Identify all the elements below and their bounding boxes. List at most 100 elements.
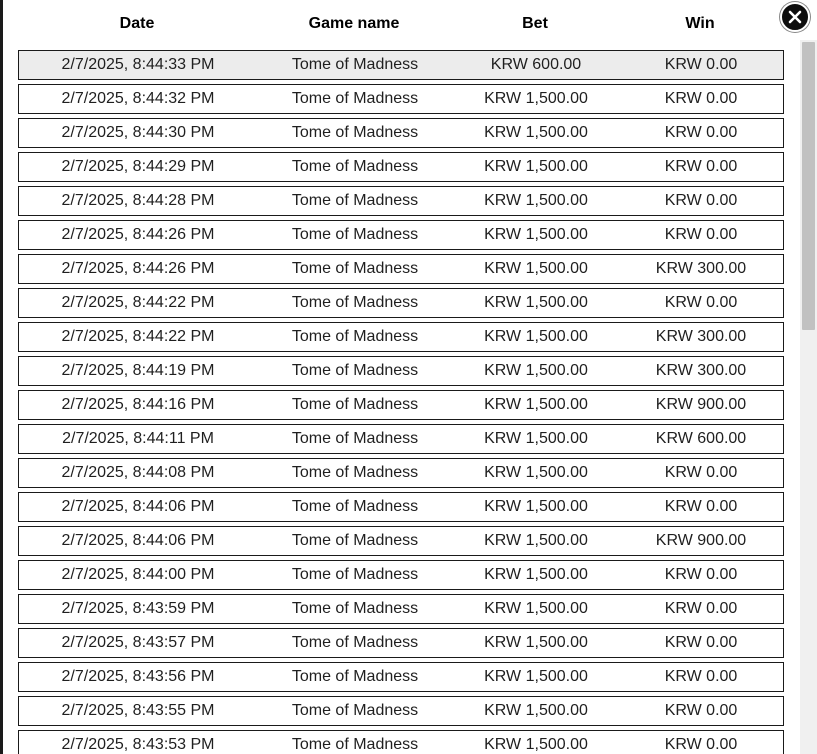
row-bet: KRW 1,500.00: [484, 90, 588, 107]
row-game-name: Tome of Madness: [291, 328, 419, 345]
row-bet: KRW 1,500.00: [484, 566, 588, 583]
row-date: 2/7/2025, 8:44:30 PM: [61, 124, 215, 141]
row-game-name: Tome of Madness: [291, 668, 419, 685]
table-row[interactable]: 2/7/2025, 8:44:19 PM Tome of Madness KRW 1…: [18, 356, 784, 386]
history-list: 2/7/2025, 8:44:33 PM Tome of Madness KRW 6…: [18, 50, 784, 754]
table-header: Date Game name Bet Win: [18, 8, 784, 40]
table-row[interactable]: 2/7/2025, 8:43:57 PM Tome of Madness KRW 1…: [18, 628, 784, 658]
header-date: Date: [119, 15, 155, 32]
row-game-name: Tome of Madness: [291, 294, 419, 311]
row-bet: KRW 1,500.00: [484, 158, 588, 175]
bet-history-modal: Date Game name Bet Win 2/7/2025, 8:44:33…: [3, 0, 817, 754]
row-bet: KRW 1,500.00: [484, 498, 588, 515]
row-win: KRW 0.00: [664, 294, 738, 311]
row-bet: KRW 600.00: [490, 56, 582, 73]
table-row[interactable]: 2/7/2025, 8:44:32 PM Tome of Madness KRW 1…: [18, 84, 784, 114]
row-date: 2/7/2025, 8:44:06 PM: [61, 498, 215, 515]
row-win: KRW 0.00: [664, 498, 738, 515]
row-date: 2/7/2025, 8:44:33 PM: [61, 56, 215, 73]
row-bet: KRW 1,500.00: [484, 396, 588, 413]
row-game-name: Tome of Madness: [291, 362, 419, 379]
row-date: 2/7/2025, 8:44:16 PM: [61, 396, 215, 413]
row-win: KRW 300.00: [655, 260, 747, 277]
row-date: 2/7/2025, 8:43:57 PM: [61, 634, 215, 651]
row-date: 2/7/2025, 8:44:08 PM: [61, 464, 215, 481]
table-row[interactable]: 2/7/2025, 8:44:22 PM Tome of Madness KRW 1…: [18, 288, 784, 318]
row-date: 2/7/2025, 8:44:26 PM: [61, 260, 215, 277]
row-game-name: Tome of Madness: [291, 702, 419, 719]
row-win: KRW 0.00: [664, 124, 738, 141]
row-game-name: Tome of Madness: [291, 124, 419, 141]
row-win: KRW 0.00: [664, 634, 738, 651]
row-date: 2/7/2025, 8:44:00 PM: [61, 566, 215, 583]
row-game-name: Tome of Madness: [291, 90, 419, 107]
row-game-name: Tome of Madness: [291, 498, 419, 515]
row-bet: KRW 1,500.00: [484, 736, 588, 753]
row-game-name: Tome of Madness: [291, 396, 419, 413]
row-date: 2/7/2025, 8:44:19 PM: [61, 362, 215, 379]
row-win: KRW 0.00: [664, 226, 738, 243]
row-date: 2/7/2025, 8:44:28 PM: [61, 192, 215, 209]
row-win: KRW 0.00: [664, 702, 738, 719]
table-row[interactable]: 2/7/2025, 8:44:06 PM Tome of Madness KRW 1…: [18, 492, 784, 522]
row-win: KRW 0.00: [664, 668, 738, 685]
row-game-name: Tome of Madness: [291, 430, 419, 447]
table-row[interactable]: 2/7/2025, 8:44:33 PM Tome of Madness KRW 6…: [18, 50, 784, 80]
table-row[interactable]: 2/7/2025, 8:44:08 PM Tome of Madness KRW 1…: [18, 458, 784, 488]
row-date: 2/7/2025, 8:43:53 PM: [61, 736, 215, 753]
row-win: KRW 0.00: [664, 192, 738, 209]
row-bet: KRW 1,500.00: [484, 668, 588, 685]
table-row[interactable]: 2/7/2025, 8:44:26 PM Tome of Madness KRW 1…: [18, 220, 784, 250]
row-date: 2/7/2025, 8:43:55 PM: [61, 702, 215, 719]
row-game-name: Tome of Madness: [291, 464, 419, 481]
row-bet: KRW 1,500.00: [484, 702, 588, 719]
row-bet: KRW 1,500.00: [484, 328, 588, 345]
row-date: 2/7/2025, 8:44:32 PM: [61, 90, 215, 107]
row-bet: KRW 1,500.00: [484, 464, 588, 481]
row-bet: KRW 1,500.00: [484, 192, 588, 209]
row-bet: KRW 1,500.00: [484, 430, 588, 447]
row-bet: KRW 1,500.00: [484, 226, 588, 243]
table-row[interactable]: 2/7/2025, 8:44:29 PM Tome of Madness KRW 1…: [18, 152, 784, 182]
row-bet: KRW 1,500.00: [484, 362, 588, 379]
table-row[interactable]: 2/7/2025, 8:43:59 PM Tome of Madness KRW 1…: [18, 594, 784, 624]
row-win: KRW 600.00: [655, 430, 747, 447]
table-row[interactable]: 2/7/2025, 8:44:06 PM Tome of Madness KRW 1…: [18, 526, 784, 556]
scrollbar-thumb[interactable]: [802, 42, 815, 330]
row-game-name: Tome of Madness: [291, 566, 419, 583]
row-date: 2/7/2025, 8:44:11 PM: [62, 430, 214, 447]
row-win: KRW 0.00: [664, 158, 738, 175]
table-row[interactable]: 2/7/2025, 8:44:00 PM Tome of Madness KRW 1…: [18, 560, 784, 590]
header-win: Win: [685, 15, 715, 32]
row-bet: KRW 1,500.00: [484, 124, 588, 141]
row-win: KRW 0.00: [664, 566, 738, 583]
table-row[interactable]: 2/7/2025, 8:43:56 PM Tome of Madness KRW 1…: [18, 662, 784, 692]
table-row[interactable]: 2/7/2025, 8:44:26 PM Tome of Madness KRW 1…: [18, 254, 784, 284]
row-game-name: Tome of Madness: [291, 532, 419, 549]
row-date: 2/7/2025, 8:43:56 PM: [61, 668, 215, 685]
table-row[interactable]: 2/7/2025, 8:44:11 PM Tome of Madness KRW 1…: [18, 424, 784, 454]
table-row[interactable]: 2/7/2025, 8:44:30 PM Tome of Madness KRW 1…: [18, 118, 784, 148]
table-row[interactable]: 2/7/2025, 8:43:55 PM Tome of Madness KRW 1…: [18, 696, 784, 726]
row-win: KRW 900.00: [655, 532, 747, 549]
row-game-name: Tome of Madness: [291, 260, 419, 277]
row-win: KRW 0.00: [664, 464, 738, 481]
row-win: KRW 0.00: [664, 90, 738, 107]
row-win: KRW 900.00: [655, 396, 747, 413]
row-bet: KRW 1,500.00: [484, 532, 588, 549]
table-row[interactable]: 2/7/2025, 8:44:22 PM Tome of Madness KRW 1…: [18, 322, 784, 352]
table-row[interactable]: 2/7/2025, 8:43:53 PM Tome of Madness KRW 1…: [18, 730, 784, 754]
row-game-name: Tome of Madness: [291, 192, 419, 209]
row-win: KRW 0.00: [664, 736, 738, 753]
vertical-scrollbar[interactable]: [800, 40, 817, 754]
row-date: 2/7/2025, 8:44:06 PM: [61, 532, 215, 549]
row-date: 2/7/2025, 8:44:29 PM: [61, 158, 215, 175]
row-game-name: Tome of Madness: [291, 736, 419, 753]
row-win: KRW 0.00: [664, 600, 738, 617]
table-row[interactable]: 2/7/2025, 8:44:16 PM Tome of Madness KRW 1…: [18, 390, 784, 420]
row-bet: KRW 1,500.00: [484, 260, 588, 277]
row-game-name: Tome of Madness: [291, 226, 419, 243]
row-game-name: Tome of Madness: [291, 158, 419, 175]
close-button[interactable]: [780, 2, 810, 32]
table-row[interactable]: 2/7/2025, 8:44:28 PM Tome of Madness KRW 1…: [18, 186, 784, 216]
